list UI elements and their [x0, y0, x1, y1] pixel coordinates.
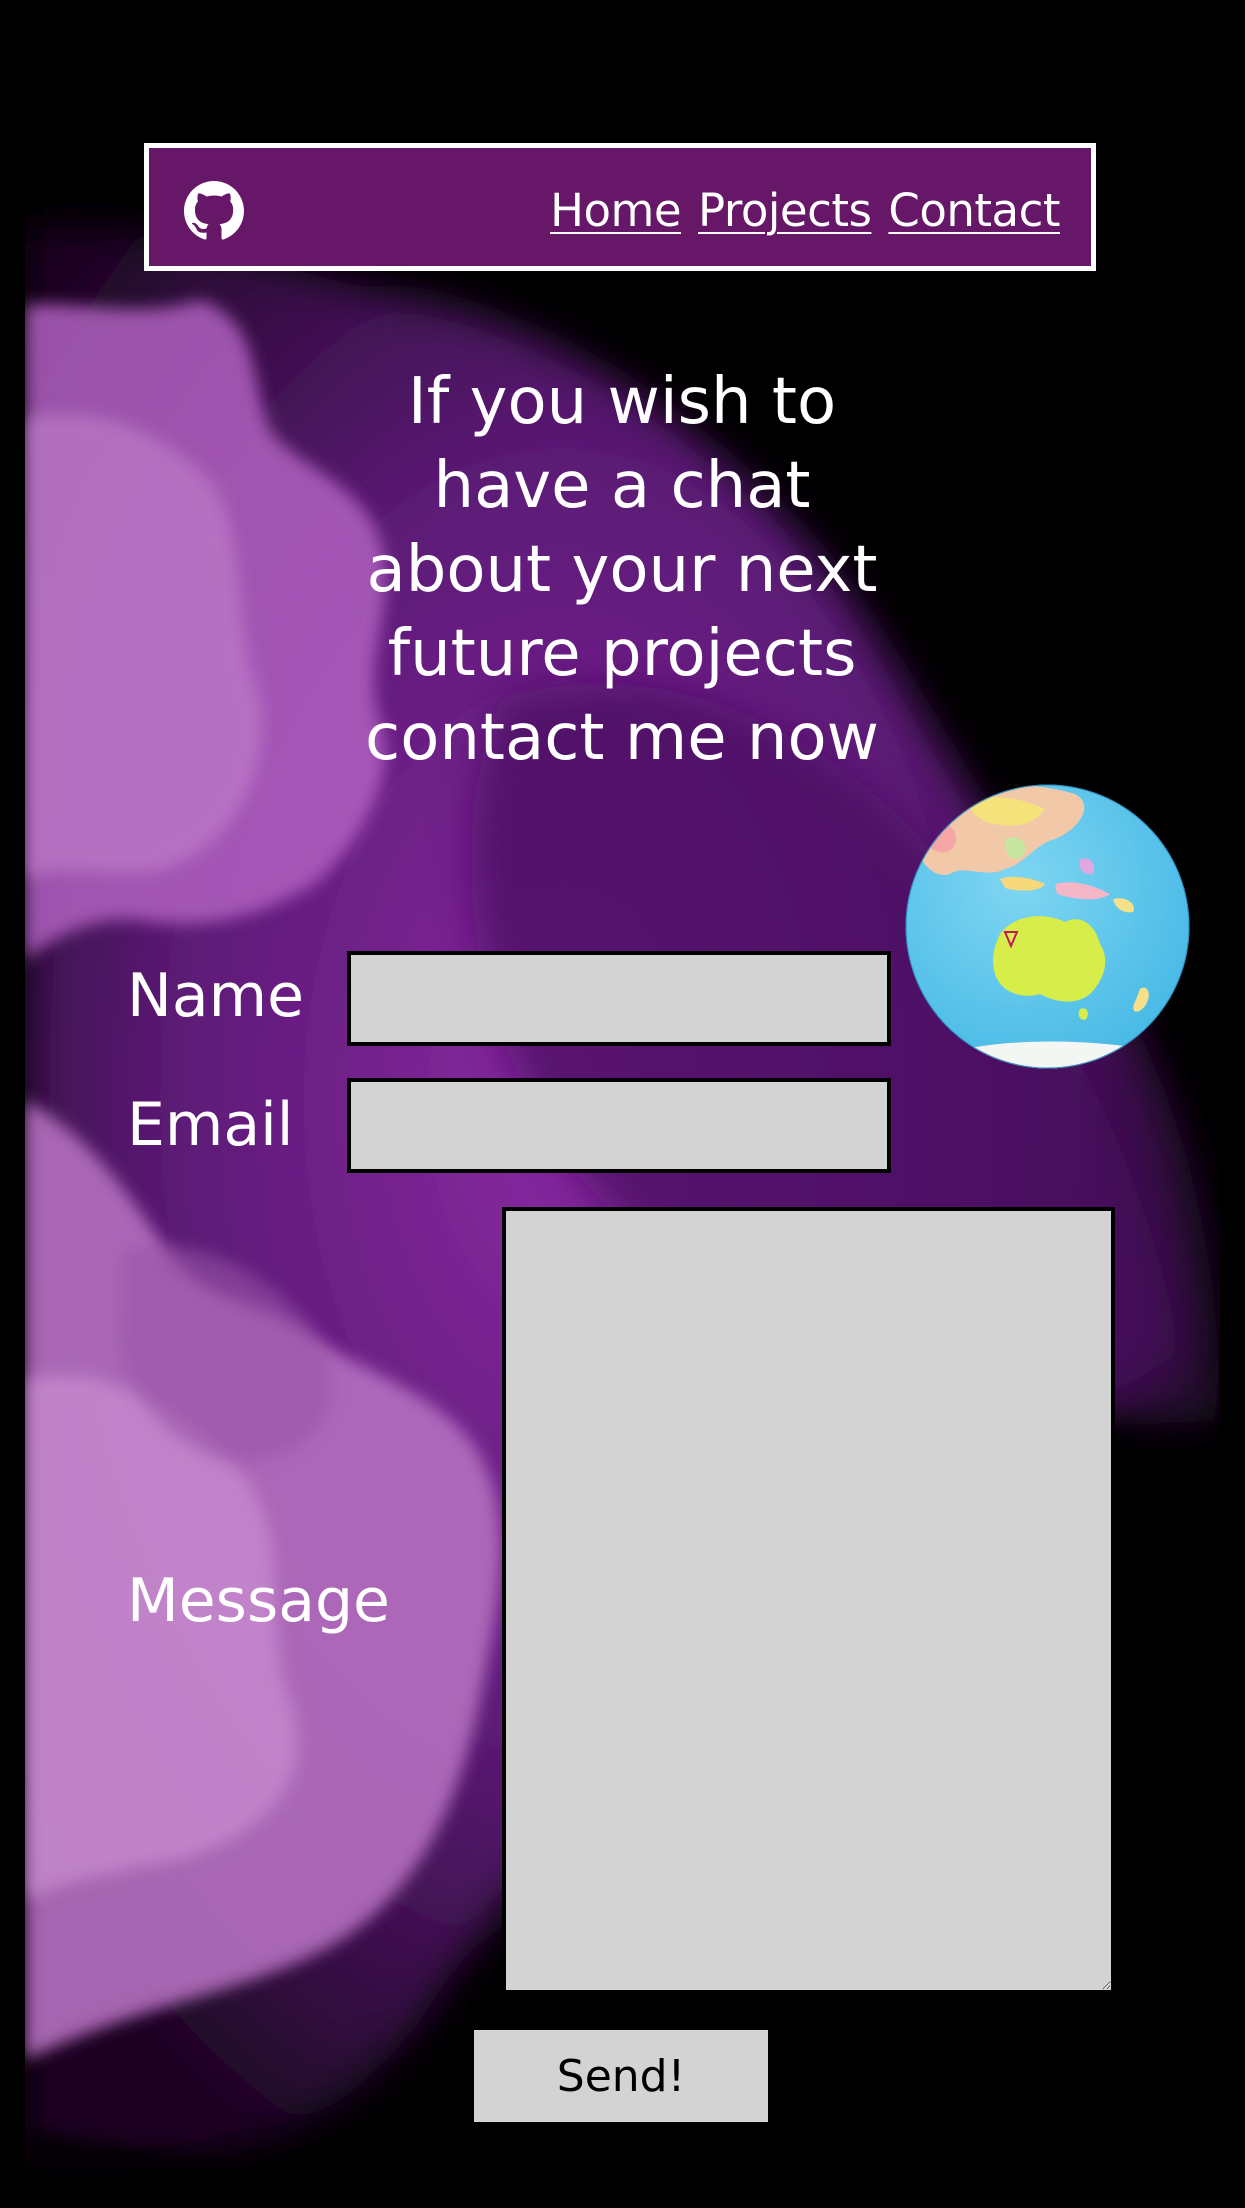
main-nav: Home Projects Contact	[550, 184, 1060, 237]
nav-link-projects[interactable]: Projects	[698, 184, 872, 237]
message-field[interactable]	[502, 1207, 1115, 1994]
nav-link-home[interactable]: Home	[550, 184, 681, 237]
heading-line: If you wish to	[407, 365, 837, 439]
github-icon[interactable]	[184, 181, 244, 241]
site-header: Home Projects Contact	[144, 143, 1096, 271]
heading-line: about your next	[366, 533, 878, 607]
heading-line: have a chat	[433, 449, 811, 523]
nav-link-contact[interactable]: Contact	[888, 184, 1060, 237]
name-field[interactable]	[347, 951, 891, 1046]
globe-australia-icon	[905, 784, 1190, 1069]
name-label: Name	[127, 961, 305, 1031]
heading-line: contact me now	[365, 701, 879, 775]
heading-line: future projects	[387, 617, 857, 691]
send-button[interactable]: Send!	[474, 2030, 768, 2122]
email-field[interactable]	[347, 1078, 891, 1173]
email-label: Email	[127, 1090, 294, 1160]
contact-heading: If you wish to have a chat about your ne…	[322, 360, 922, 780]
message-label: Message	[127, 1566, 390, 1636]
